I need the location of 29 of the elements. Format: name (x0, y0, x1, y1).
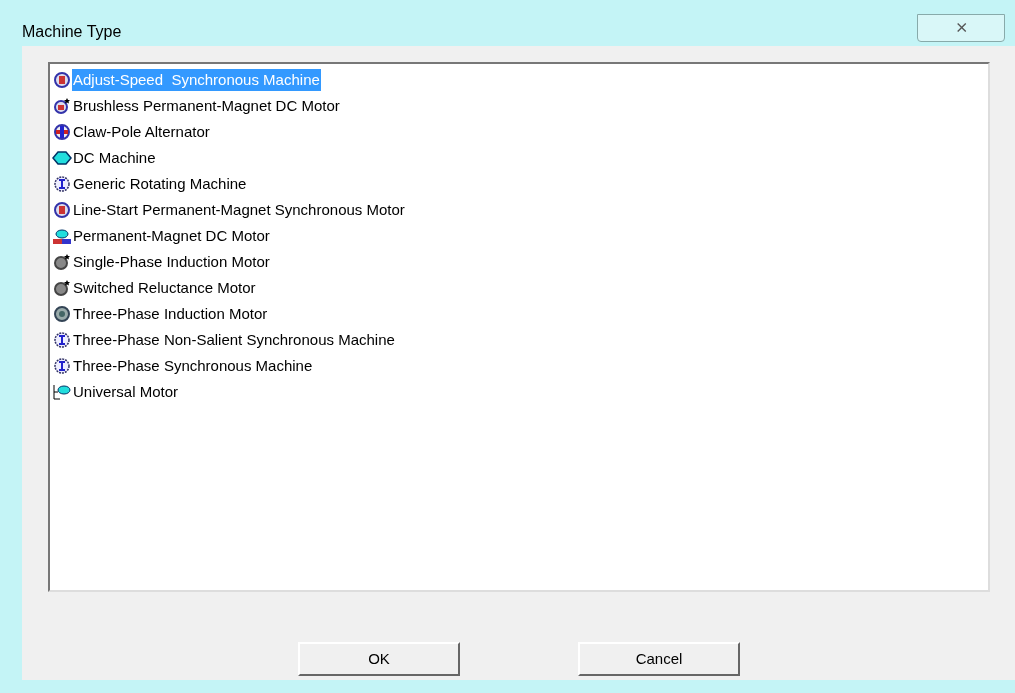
list-item[interactable]: Universal Motor (72, 380, 180, 404)
motor-icon (52, 174, 72, 194)
motor-icon (52, 278, 72, 298)
motor-icon (52, 122, 72, 142)
dialog-button[interactable]: Cancel (578, 642, 740, 676)
list-item[interactable]: Permanent-Magnet DC Motor (72, 224, 271, 248)
motor-icon (52, 382, 72, 402)
motor-icon (52, 330, 72, 350)
motor-icon (52, 304, 72, 324)
motor-icon (52, 70, 72, 90)
motor-icon (52, 252, 72, 272)
motor-icon (52, 96, 72, 116)
list-item[interactable]: Three-Phase Non-Salient Synchronous Machine (72, 328, 396, 352)
list-item[interactable]: Single-Phase Induction Motor (72, 250, 271, 274)
list-item[interactable]: Generic Rotating Machine (72, 172, 248, 196)
motor-icon (52, 226, 72, 246)
list-item[interactable]: DC Machine (72, 146, 157, 170)
list-item[interactable]: Claw-Pole Alternator (72, 120, 211, 144)
motor-icon (52, 148, 72, 168)
list-item[interactable]: Three-Phase Synchronous Machine (72, 354, 314, 378)
close-button[interactable]: ⨯ (917, 14, 1005, 42)
window-title: Machine Type (22, 22, 122, 42)
list-item[interactable]: Brushless Permanent-Magnet DC Motor (72, 94, 341, 118)
dialog-button[interactable]: OK (298, 642, 460, 676)
motor-icon (52, 200, 72, 220)
list-item[interactable]: Three-Phase Induction Motor (72, 302, 269, 326)
motor-icon (52, 356, 72, 376)
list-item[interactable]: Line-Start Permanent-Magnet Synchronous Motor (72, 198, 406, 222)
list-item[interactable]: Switched Reluctance Motor (72, 276, 257, 300)
